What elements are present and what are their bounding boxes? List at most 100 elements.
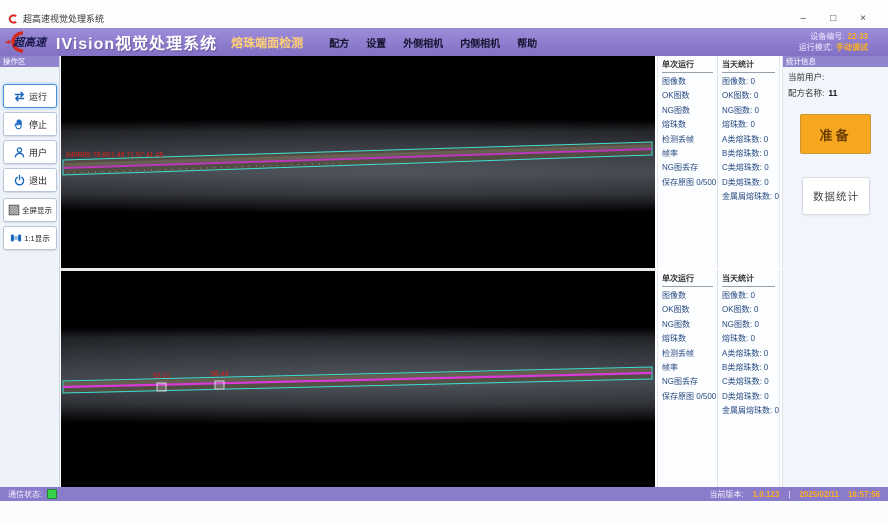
app-title: IVision视觉处理系统 <box>56 30 217 54</box>
single-run-header: 单次运行 <box>662 59 713 73</box>
stat-row: OK图数 <box>658 89 717 103</box>
minimize-icon[interactable]: – <box>801 14 807 24</box>
user-button[interactable]: 用户 <box>3 140 57 164</box>
stat-row: OK图数: 0 <box>718 89 779 103</box>
comm-status-led <box>47 489 57 499</box>
run-button-label: 运行 <box>29 90 47 103</box>
run-button[interactable]: 运行 <box>3 84 57 108</box>
daily-stats-header: 当天统计 <box>722 273 775 287</box>
fullscreen-button[interactable]: 全屏显示 <box>3 198 57 222</box>
run-mode-label: 运行模式: <box>799 43 833 52</box>
stat-row: 熔珠数: 0 <box>718 118 779 132</box>
stat-row: D类熔珠数: 0 <box>718 176 779 190</box>
sidebar-title: 操作区 <box>0 56 59 67</box>
defect-marker-box <box>215 381 224 389</box>
stat-row: 金属屑熔珠数: 0 <box>718 404 779 418</box>
prepare-button-label: 准备 <box>819 125 851 144</box>
stat-row: NG图数 <box>658 104 717 118</box>
stat-row: 保存原图 0/500 <box>658 390 717 404</box>
stat-row: 保存原图 0/500 <box>658 176 717 190</box>
exit-button-label: 退出 <box>29 174 47 187</box>
main-menu: 配方 设置 外侧相机 内侧相机 帮助 <box>329 35 537 50</box>
recipe-name-value: 11 <box>828 88 837 98</box>
stat-row: 帧率 <box>658 361 717 375</box>
operation-sidebar: 操作区 运行 停止 <box>0 56 60 487</box>
menu-item-outer-camera[interactable]: 外侧相机 <box>403 35 443 50</box>
version-value: 1.0.123 <box>753 490 780 499</box>
menu-item-help[interactable]: 帮助 <box>517 35 537 50</box>
data-statistics-button[interactable]: 数据统计 <box>802 177 870 215</box>
prepare-button[interactable]: 准备 <box>800 114 871 154</box>
device-no-value: 22-33 <box>848 32 868 41</box>
stat-row: 熔珠数 <box>658 118 717 132</box>
stat-row: 帧率 <box>658 147 717 161</box>
info-panel: 统计信息 当前用户: 配方名称: 11 准备 数据统计 <box>782 56 888 487</box>
exit-button[interactable]: 退出 <box>3 168 57 192</box>
stats-panel-top: 单次运行 图像数 OK图数 NG图数 熔珠数 检测丢帧 帧率 NG图丢存 保存原… <box>657 56 780 268</box>
stat-row: C类熔珠数: 0 <box>718 161 779 175</box>
daily-stats-column: 当天统计 图像数: 0 OK图数: 0 NG图数: 0 熔珠数: 0 A类熔珠数… <box>718 270 779 487</box>
stat-row: NG图丢存 <box>658 375 717 389</box>
top-inspection-overlay: 640R85 79.8X1.49 71.57 41.49 <box>61 56 655 268</box>
inner-camera-view: 53.11 56.43 <box>61 271 655 487</box>
defect-measure-label: 53.11 <box>153 373 170 380</box>
user-icon <box>13 146 26 159</box>
time-value: 16:57:56 <box>848 490 880 499</box>
stop-button[interactable]: 停止 <box>3 112 57 136</box>
stat-row: OK图数: 0 <box>718 303 779 317</box>
device-info: 设备编号: 22-33 运行模式:手动调试 <box>799 31 868 53</box>
window-title: 超高速视觉处理系统 <box>23 12 104 25</box>
stat-row: 图像数 <box>658 289 717 303</box>
run-mode-value: 手动调试 <box>836 43 868 52</box>
stat-row: A类熔珠数: 0 <box>718 347 779 361</box>
power-icon <box>13 174 26 187</box>
stat-row: 熔珠数 <box>658 332 717 346</box>
stat-row: NG图数: 0 <box>718 318 779 332</box>
daily-stats-header: 当天统计 <box>722 59 775 73</box>
date-value: 2025/02/11 <box>799 490 839 499</box>
user-button-label: 用户 <box>29 146 47 159</box>
recipe-name-label: 配方名称: <box>788 88 824 98</box>
current-user-label: 当前用户: <box>788 72 824 82</box>
hand-stop-icon <box>13 118 26 131</box>
one-to-one-button-label: 1:1显示 <box>24 233 49 244</box>
app-window: 超高速视觉处理系统 – □ × 超高速 IVision视觉处理系统 熔珠端面检测… <box>0 0 888 522</box>
stat-row: NG图数 <box>658 318 717 332</box>
stat-row: D类熔珠数: 0 <box>718 390 779 404</box>
stat-row: A类熔珠数: 0 <box>718 133 779 147</box>
dither-square-icon <box>8 204 20 216</box>
single-run-column: 单次运行 图像数 OK图数 NG图数 熔珠数 检测丢帧 帧率 NG图丢存 保存原… <box>658 270 718 487</box>
bottom-inspection-overlay: 53.11 56.43 <box>61 271 655 487</box>
run-loop-icon <box>13 90 26 103</box>
defect-measure-label: 56.43 <box>211 371 229 378</box>
menu-item-settings[interactable]: 设置 <box>366 35 386 50</box>
stat-row: 熔珠数: 0 <box>718 332 779 346</box>
comm-status-label: 通信状态: <box>8 489 42 500</box>
stat-row: NG图数: 0 <box>718 104 779 118</box>
menu-item-inner-camera[interactable]: 内侧相机 <box>460 35 500 50</box>
one-to-one-icon <box>10 232 22 244</box>
stat-row: 图像数 <box>658 75 717 89</box>
os-titlebar: 超高速视觉处理系统 – □ × <box>0 0 888 28</box>
measure-readout: 640R85 79.8X1.49 71.57 41.49 <box>66 152 163 159</box>
stat-row: C类熔珠数: 0 <box>718 375 779 389</box>
close-icon[interactable]: × <box>860 14 866 24</box>
info-panel-title: 统计信息 <box>783 56 888 67</box>
stat-row: 金属屑熔珠数: 0 <box>718 190 779 204</box>
app-icon <box>8 14 18 24</box>
one-to-one-button[interactable]: 1:1显示 <box>3 226 57 250</box>
fullscreen-button-label: 全屏显示 <box>22 205 52 216</box>
defect-marker-box <box>157 383 166 391</box>
maximize-icon[interactable]: □ <box>830 14 836 24</box>
stat-row: 图像数: 0 <box>718 75 779 89</box>
stat-row: 检测丢帧 <box>658 133 717 147</box>
device-no-label: 设备编号: <box>810 32 844 41</box>
app-subtitle: 熔珠端面检测 <box>231 34 303 51</box>
stop-button-label: 停止 <box>29 118 47 131</box>
app-header: 超高速 IVision视觉处理系统 熔珠端面检测 配方 设置 外侧相机 内侧相机… <box>0 28 888 56</box>
outer-camera-view: 640R85 79.8X1.49 71.57 41.49 <box>61 56 655 268</box>
menu-item-recipe[interactable]: 配方 <box>329 35 349 50</box>
stats-panel-bottom: 单次运行 图像数 OK图数 NG图数 熔珠数 检测丢帧 帧率 NG图丢存 保存原… <box>657 270 780 487</box>
data-statistics-button-label: 数据统计 <box>813 189 859 204</box>
status-bar: 通信状态: 当前版本: 1.0.123 | 2025/02/11 16:57:5… <box>0 487 888 501</box>
